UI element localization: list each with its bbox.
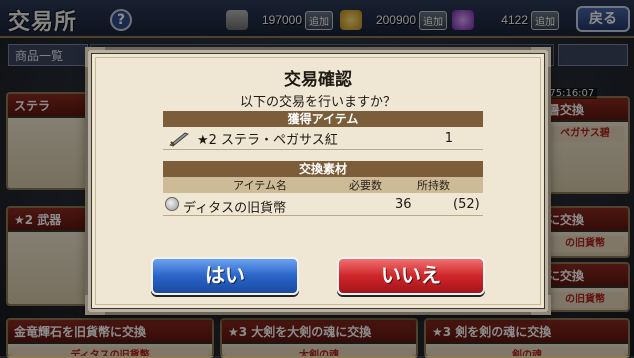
materials-header: 交換素材 bbox=[163, 161, 483, 177]
old-coin-icon bbox=[165, 197, 179, 211]
no-button[interactable]: いいえ bbox=[337, 257, 485, 295]
acquired-item-row: ★2 ステラ・ペガサス紅 1 bbox=[163, 128, 483, 150]
sword-icon bbox=[169, 132, 189, 146]
acquired-item-quantity: 1 bbox=[444, 131, 453, 146]
ornament-corner bbox=[531, 295, 551, 315]
column-owned: 所持数 bbox=[417, 179, 450, 192]
acquired-item-name: ★2 ステラ・ペガサス紅 bbox=[197, 133, 338, 148]
material-owned: (52) bbox=[453, 197, 480, 212]
material-required: 36 bbox=[395, 197, 412, 212]
acquired-items-header: 獲得アイテム bbox=[163, 111, 483, 127]
yes-button[interactable]: はい bbox=[151, 257, 299, 295]
material-row: ディタスの旧貨幣 36 (52) bbox=[163, 194, 483, 216]
ornament-corner bbox=[85, 295, 105, 315]
column-item-name: アイテム名 bbox=[233, 179, 287, 192]
material-name: ディタスの旧貨幣 bbox=[183, 201, 287, 216]
dialog-message: 以下の交易を行いますか？ bbox=[239, 95, 396, 110]
dialog-title: 交易確認 bbox=[284, 70, 352, 90]
ornament-corner bbox=[85, 47, 105, 67]
materials-column-header: アイテム名 必要数 所持数 bbox=[163, 177, 483, 193]
column-required: 必要数 bbox=[349, 179, 382, 192]
ornament-corner bbox=[531, 47, 551, 67]
trade-confirm-dialog: 交易確認 以下の交易を行いますか？ 獲得アイテム ★2 ステラ・ペガサス紅 1 … bbox=[85, 47, 551, 315]
